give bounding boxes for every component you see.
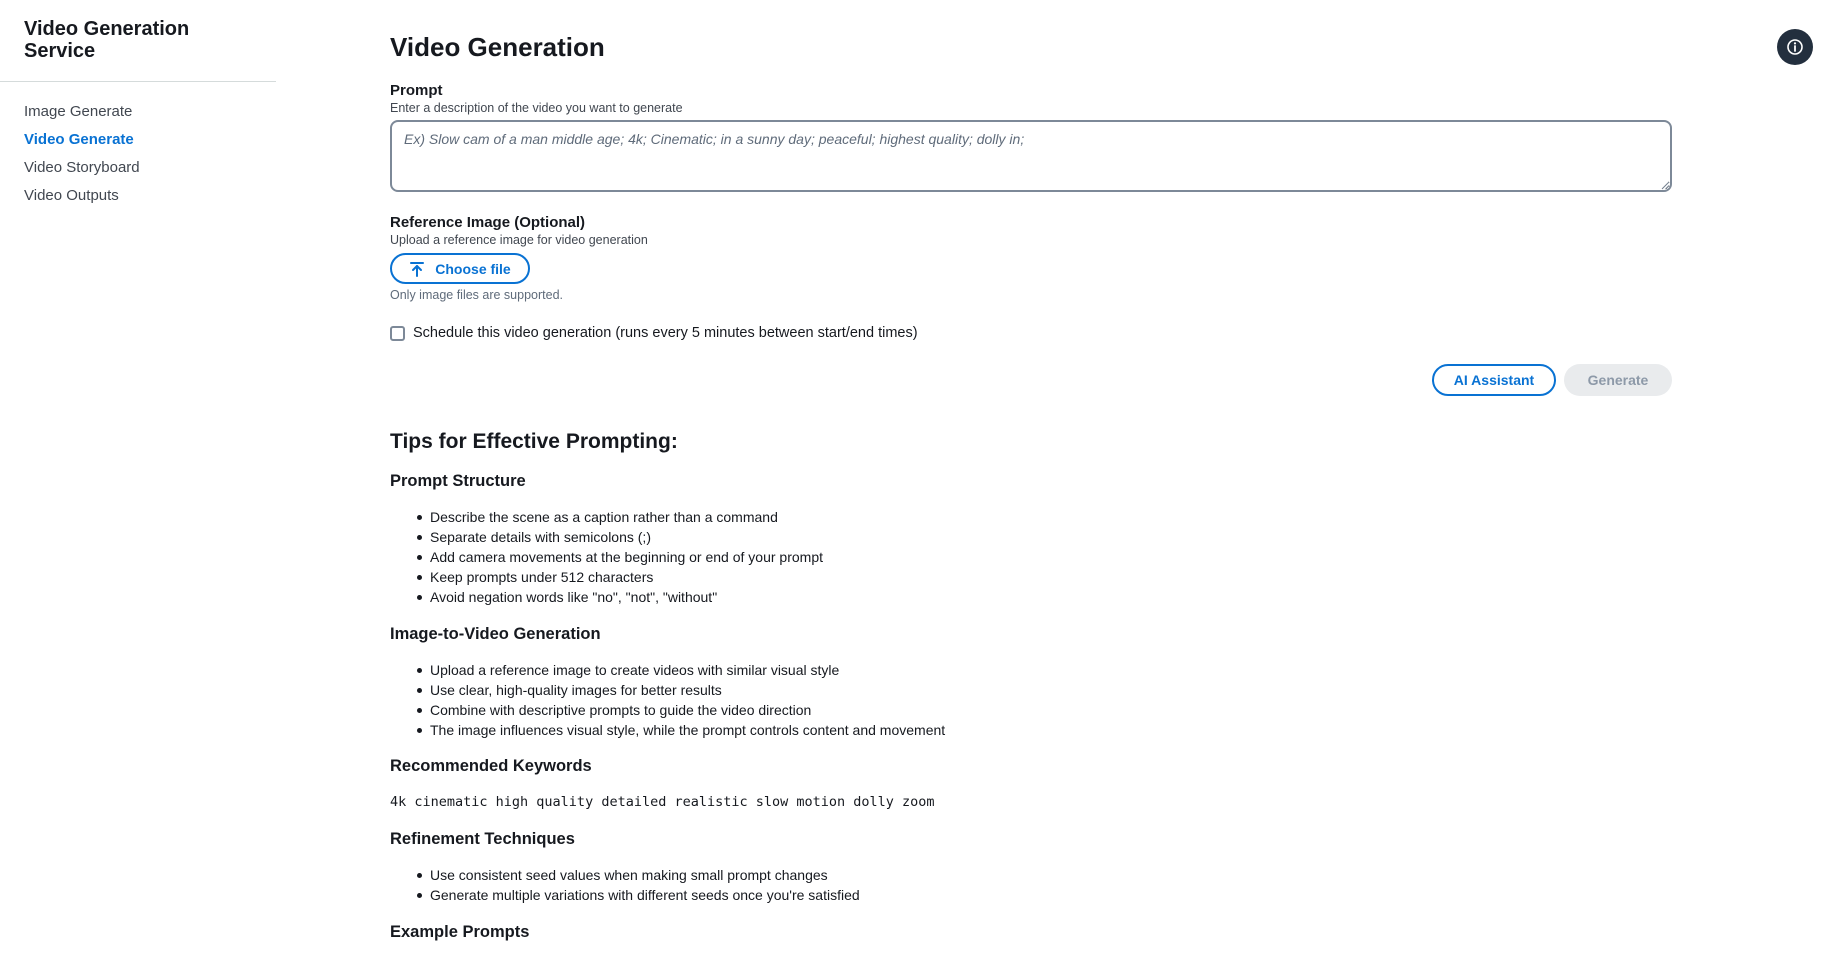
page-title: Video Generation (390, 32, 605, 62)
prompt-structure-list: Describe the scene as a caption rather t… (417, 507, 823, 607)
prompt-description: Enter a description of the video you wan… (390, 101, 683, 115)
list-item: Separate details with semicolons (;) (417, 527, 823, 547)
file-type-hint: Only image files are supported. (390, 288, 564, 302)
reference-image-label: Reference Image (Optional) (390, 214, 586, 231)
sidebar-item-video-storyboard[interactable]: Video Storyboard (24, 158, 140, 186)
list-item: Keep prompts under 512 characters (417, 567, 823, 587)
generate-button[interactable]: Generate (1564, 364, 1672, 396)
section-title-refinement-techniques: Refinement Techniques (390, 830, 575, 848)
list-item: Avoid negation words like "no", "not", "… (417, 587, 823, 607)
sidebar-item-video-outputs[interactable]: Video Outputs (24, 186, 140, 214)
sidebar-item-video-generate[interactable]: Video Generate (24, 130, 140, 158)
section-title-recommended-keywords: Recommended Keywords (390, 757, 592, 775)
list-item: Use consistent seed values when making s… (417, 865, 860, 885)
app-title: Video Generation Service (24, 18, 190, 62)
ai-assistant-button[interactable]: AI Assistant (1432, 364, 1556, 396)
list-item: Add camera movements at the beginning or… (417, 549, 823, 565)
info-icon (1787, 39, 1803, 55)
list-item: Upload a reference image to create video… (416, 660, 945, 680)
section-title-example-prompts: Example Prompts (390, 923, 530, 941)
choose-file-button[interactable]: Choose file (390, 253, 530, 284)
prompt-input[interactable] (390, 120, 1672, 192)
choose-file-label: Choose file (435, 260, 511, 277)
tips-title: Tips for Effective Prompting: (390, 430, 678, 453)
image-to-video-list: Upload a reference image to create video… (416, 660, 946, 740)
list-item: The image influences visual style, while… (416, 722, 946, 738)
recommended-keywords: 4k cinematic high quality detailed reali… (390, 794, 935, 810)
sidebar-nav: Image Generate Video Generate Video Stor… (24, 102, 140, 214)
sidebar: Video Generation Service Image Generate … (0, 0, 276, 963)
list-item: Generate multiple variations with differ… (417, 887, 860, 903)
sidebar-divider (0, 81, 276, 82)
section-title-image-to-video: Image-to-Video Generation (390, 625, 601, 643)
sidebar-item-image-generate[interactable]: Image Generate (24, 102, 140, 130)
schedule-option[interactable]: Schedule this video generation (runs eve… (390, 325, 918, 341)
upload-icon (410, 261, 425, 277)
refinement-list: Use consistent seed values when making s… (417, 865, 860, 905)
list-item: Use clear, high-quality images for bette… (416, 680, 945, 700)
schedule-checkbox[interactable] (390, 325, 405, 341)
section-title-prompt-structure: Prompt Structure (390, 472, 526, 490)
list-item: Describe the scene as a caption rather t… (417, 507, 823, 527)
reference-image-description: Upload a reference image for video gener… (390, 233, 648, 247)
list-item: Combine with descriptive prompts to guid… (416, 700, 945, 720)
prompt-label: Prompt (390, 82, 443, 99)
schedule-label: Schedule this video generation (runs eve… (413, 325, 918, 341)
info-button[interactable] (1777, 29, 1813, 65)
